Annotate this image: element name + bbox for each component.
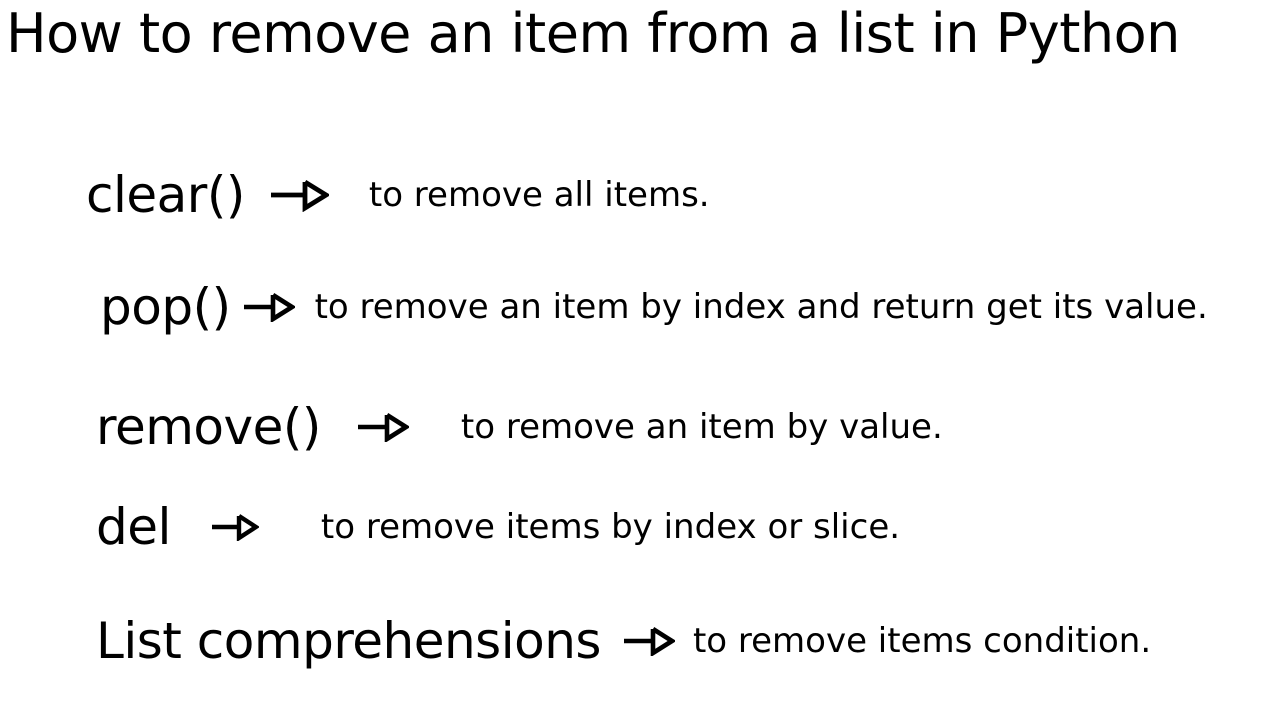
arrow-right-icon (267, 178, 329, 212)
method-row-list-comprehensions: List comprehensions to remove items cond… (96, 612, 1151, 670)
method-row-clear: clear() to remove all items. (86, 166, 710, 224)
method-row-pop: pop() to remove an item by index and ret… (100, 278, 1208, 336)
slide-title: How to remove an item from a list in Pyt… (6, 2, 1180, 65)
method-term: del (96, 498, 171, 556)
method-desc: to remove items by index or slice. (321, 507, 900, 547)
arrow-right-icon (355, 412, 409, 442)
method-desc: to remove items condition. (693, 621, 1151, 661)
method-row-del: del to remove items by index or slice. (96, 498, 900, 556)
method-desc: to remove an item by value. (461, 407, 943, 447)
arrow-right-icon (209, 513, 259, 541)
arrow-right-icon (241, 292, 295, 322)
method-term: remove() (96, 398, 321, 456)
method-term: clear() (86, 166, 245, 224)
method-row-remove: remove() to remove an item by value. (96, 398, 943, 456)
slide-canvas: How to remove an item from a list in Pyt… (0, 0, 1280, 720)
method-desc: to remove all items. (369, 175, 710, 215)
arrow-right-icon (621, 626, 675, 656)
method-term: pop() (100, 278, 231, 336)
method-term: List comprehensions (96, 612, 601, 670)
method-desc: to remove an item by index and return ge… (315, 287, 1208, 327)
